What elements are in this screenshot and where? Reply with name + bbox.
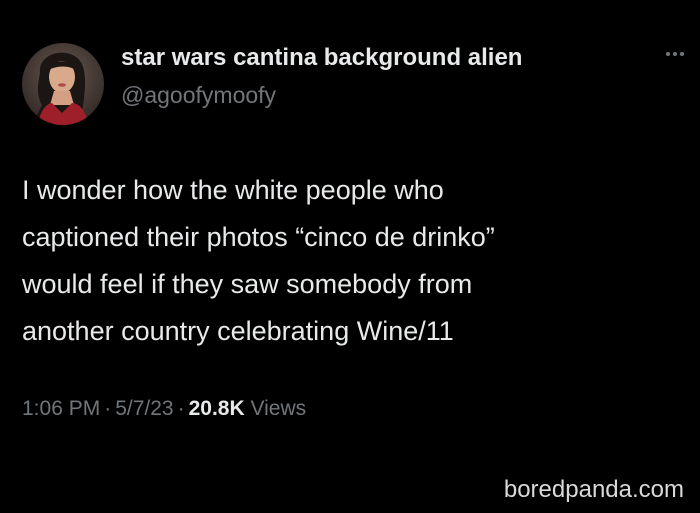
tweet-text-line: another country celebrating Wine/11 xyxy=(22,316,454,346)
watermark: boredpanda.com xyxy=(503,476,684,503)
dot xyxy=(673,52,677,56)
views-label: Views xyxy=(250,397,307,420)
tweet-time[interactable]: 1:06 PM xyxy=(22,397,100,420)
tweet-text-line: captioned their photos “cinco de drinko” xyxy=(22,222,495,252)
avatar[interactable] xyxy=(22,43,104,125)
meta-separator: · xyxy=(104,397,112,420)
meta-separator: · xyxy=(177,397,185,420)
dot xyxy=(680,52,684,56)
tweet-text-line: I wonder how the white people who xyxy=(22,175,444,205)
views-count[interactable]: 20.8K xyxy=(189,397,245,420)
tweet-text-line: would feel if they saw somebody from xyxy=(22,269,473,299)
tweet-text: I wonder how the white people who captio… xyxy=(22,167,672,355)
tweet-meta: 1:06 PM · 5/7/23 · 20.8K Views xyxy=(22,397,306,421)
more-options-icon[interactable] xyxy=(664,46,686,60)
tweet: star wars cantina background alien @agoo… xyxy=(0,0,700,513)
display-name[interactable]: star wars cantina background alien xyxy=(121,44,522,72)
dot xyxy=(666,52,670,56)
user-handle[interactable]: @agoofymoofy xyxy=(121,82,276,109)
tweet-date[interactable]: 5/7/23 xyxy=(115,397,173,420)
avatar-photo xyxy=(22,43,104,125)
